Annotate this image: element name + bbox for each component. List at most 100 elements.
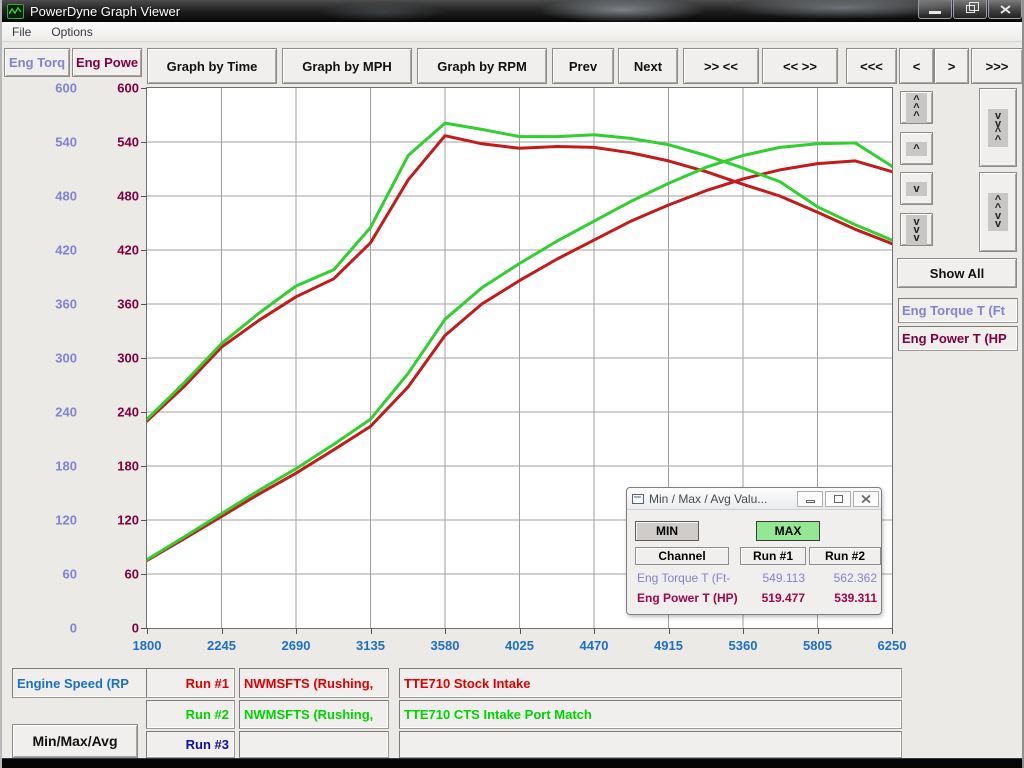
x-axis-tick (669, 628, 670, 634)
x-axis-tick-label: 6250 (878, 638, 907, 653)
run2-label: Run #2 (186, 707, 229, 722)
minmax-window-title: Min / Max / Avg Valu... (649, 492, 797, 506)
zoom-in-horizontal-button[interactable]: >> << (683, 48, 759, 84)
chevrons-converge-icon: v v ^ ^ (988, 109, 1008, 147)
run1-desc-text: TTE710 Stock Intake (404, 676, 530, 691)
y-axis-left-tick-label: 480 (55, 189, 77, 204)
app-icon (7, 4, 24, 19)
zoom-out-vertical-button[interactable]: ^ ^ v v (979, 172, 1017, 252)
y-axis-left-tick-label: 540 (55, 135, 77, 150)
menu-bar: File Options (2, 22, 1024, 42)
x-axis-tick-label: 4915 (654, 638, 683, 653)
x-axis-tick-label: 2245 (207, 638, 236, 653)
axis-button-torque[interactable]: Eng Torq (4, 48, 70, 77)
axis-button-power[interactable]: Eng Powe (72, 48, 142, 77)
triple-chevron-down-icon: v v v (906, 215, 926, 245)
minmax-minimize-button[interactable] (797, 491, 823, 507)
minimize-icon (929, 11, 941, 14)
prev-button[interactable]: Prev (552, 48, 614, 84)
run1-file-text: NWMSFTS (Rushing, (244, 676, 373, 691)
minmax-row-power-run1: 519.477 (759, 591, 805, 605)
y-axis-tick (141, 196, 147, 197)
scroll-up-fast-button[interactable]: ^ ^ ^ (900, 91, 933, 124)
min-toggle-button[interactable]: MIN (635, 521, 699, 541)
x-axis-tick-label: 2690 (282, 638, 311, 653)
next-button[interactable]: Next (618, 48, 678, 84)
scroll-far-left-button[interactable]: <<< (846, 48, 897, 84)
y-axis-left-tick-label: 120 (55, 513, 77, 528)
x-axis-tick (222, 628, 223, 634)
close-button[interactable] (988, 0, 1022, 19)
scroll-far-right-button[interactable]: >>> (971, 48, 1023, 84)
title-bar[interactable]: PowerDyne Graph Viewer (2, 0, 1024, 22)
maximize-icon (834, 495, 843, 503)
menu-options[interactable]: Options (41, 25, 102, 39)
scroll-down-button[interactable]: v (900, 172, 933, 205)
y-axis-left-tick-label: 300 (55, 351, 77, 366)
minmax-window-icon (632, 494, 644, 504)
zoom-out-horizontal-button[interactable]: << >> (762, 48, 838, 84)
x-axis-tick (892, 628, 893, 634)
run3-desc-field[interactable] (399, 731, 902, 758)
column-header-channel: Channel (635, 547, 729, 565)
x-axis-tick-label: 3580 (431, 638, 460, 653)
x-axis-tick (594, 628, 595, 634)
menu-file[interactable]: File (2, 25, 41, 39)
minmax-row-torque-run1: 549.113 (759, 571, 805, 585)
max-toggle-button[interactable]: MAX (756, 521, 820, 541)
y-axis-tick (141, 250, 147, 251)
y-axis-left-tick-label: 240 (55, 405, 77, 420)
y-axis-tick (141, 466, 147, 467)
minimize-button[interactable] (918, 0, 952, 19)
legend-power-text: Eng Power T (HP (902, 331, 1007, 346)
x-axis-tick-label: 4470 (580, 638, 609, 653)
minmax-row-power-run2: 539.311 (831, 591, 877, 605)
y-axis-left-tick-label: 180 (55, 459, 77, 474)
scroll-right-button[interactable]: > (934, 48, 969, 84)
legend-torque-label: Eng Torque T (Ft (898, 298, 1018, 323)
scroll-down-fast-button[interactable]: v v v (900, 213, 933, 246)
minmax-row-power-channel: Eng Power T (HP) (637, 591, 738, 605)
minmax-titlebar[interactable]: Min / Max / Avg Valu... (627, 488, 881, 510)
y-axis-right-tick-label: 120 (117, 513, 139, 528)
main-window: PowerDyne Graph Viewer File Options Eng … (0, 0, 1024, 768)
minmax-row-torque-channel: Eng Torque T (Ft- (637, 571, 730, 585)
legend-torque-text: Eng Torque T (Ft (902, 303, 1005, 318)
minmax-close-button[interactable] (853, 491, 879, 507)
minmax-maximize-button[interactable] (825, 491, 851, 507)
run2-label-field: Run #2 (146, 700, 235, 729)
run2-desc-field[interactable]: TTE710 CTS Intake Port Match (399, 700, 902, 729)
scroll-up-button[interactable]: ^ (900, 132, 933, 165)
window-title: PowerDyne Graph Viewer (30, 4, 180, 19)
run1-desc-field[interactable]: TTE710 Stock Intake (399, 668, 902, 698)
run2-file-field[interactable]: NWMSFTS (Rushing, (239, 700, 389, 729)
y-axis-left-tick-label: 60 (63, 567, 77, 582)
run3-label-field: Run #3 (146, 731, 235, 758)
y-axis-right-tick-label: 540 (117, 135, 139, 150)
column-header-run1: Run #1 (740, 547, 806, 565)
run2-desc-text: TTE710 CTS Intake Port Match (404, 707, 592, 722)
restore-button[interactable] (953, 0, 987, 19)
x-axis-tick (818, 628, 819, 634)
minmaxavg-button[interactable]: Min/Max/Avg (12, 724, 138, 758)
run1-file-field[interactable]: NWMSFTS (Rushing, (239, 668, 389, 698)
run3-file-field[interactable] (239, 731, 389, 758)
graph-by-time-button[interactable]: Graph by Time (147, 48, 277, 84)
triple-chevron-up-icon: ^ ^ ^ (906, 93, 926, 123)
minmax-row-torque-run2: 562.362 (831, 571, 877, 585)
y-axis-right-tick-label: 240 (117, 405, 139, 420)
minmax-window: Min / Max / Avg Valu... MIN MAX Channel … (626, 487, 882, 615)
y-axis-left-tick-label: 360 (55, 297, 77, 312)
zoom-in-vertical-button[interactable]: v v ^ ^ (979, 88, 1017, 167)
x-axis-title-text: Engine Speed (RP (17, 676, 129, 691)
scroll-left-button[interactable]: < (899, 48, 934, 84)
x-axis-tick-label: 5805 (803, 638, 832, 653)
y-axis-tick (141, 88, 147, 89)
graph-by-rpm-button[interactable]: Graph by RPM (417, 48, 547, 84)
axis-button-torque-label: Eng Torq (9, 55, 65, 70)
y-axis-right-tick-label: 300 (117, 351, 139, 366)
x-axis-tick-label: 1800 (133, 638, 162, 653)
client-area: Eng Torq Eng Powe Graph by Time Graph by… (2, 42, 1024, 758)
show-all-button[interactable]: Show All (897, 258, 1017, 288)
graph-by-mph-button[interactable]: Graph by MPH (282, 48, 412, 84)
